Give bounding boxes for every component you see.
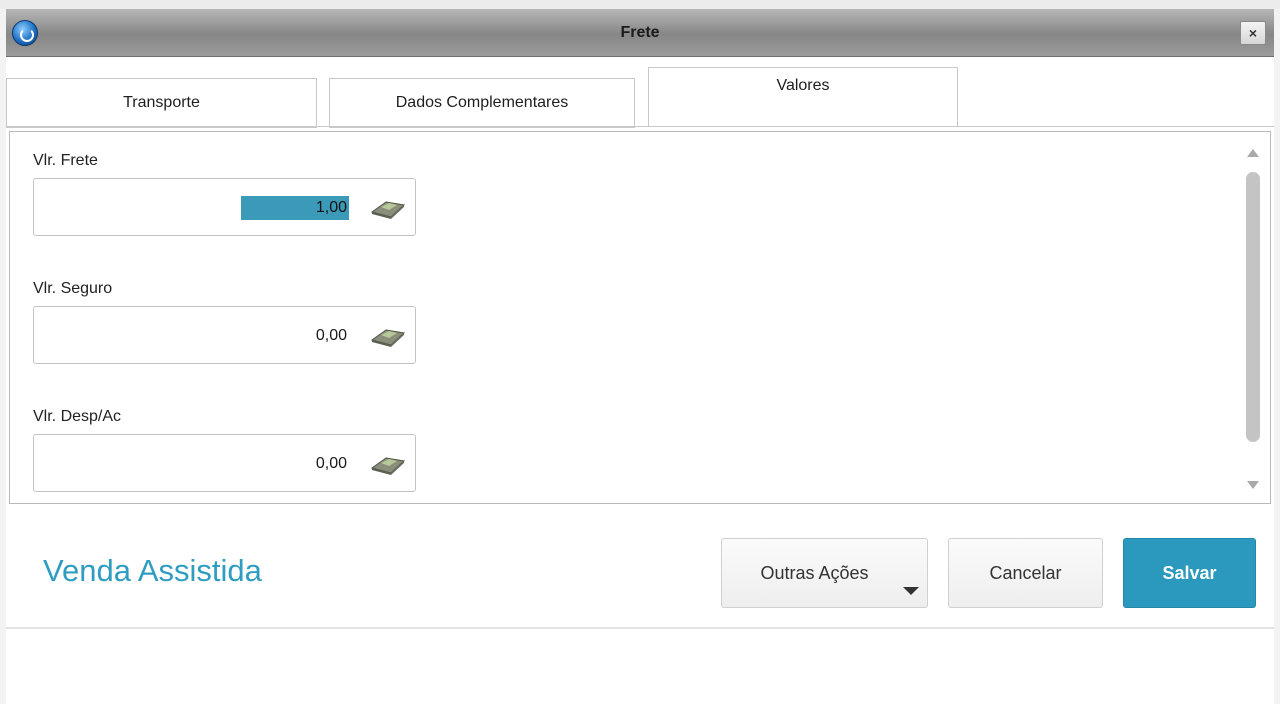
tab-dados-complementares[interactable]: Dados Complementares bbox=[329, 78, 635, 128]
vertical-scrollbar[interactable] bbox=[1242, 139, 1264, 499]
tab-divider bbox=[6, 126, 1274, 127]
vlr-seguro-value[interactable]: 0,00 bbox=[314, 324, 349, 348]
brand-title: Venda Assistida bbox=[43, 553, 262, 588]
calculator-icon[interactable] bbox=[370, 324, 406, 348]
scroll-up-arrow-icon[interactable] bbox=[1247, 149, 1259, 157]
vlr-frete-label: Vlr. Frete bbox=[33, 152, 98, 169]
close-button[interactable]: × bbox=[1240, 21, 1266, 45]
vlr-desp-ac-label: Vlr. Desp/Ac bbox=[33, 408, 122, 425]
vlr-seguro-field[interactable]: 0,00 bbox=[33, 306, 416, 364]
scroll-thumb[interactable] bbox=[1246, 172, 1260, 442]
values-panel: Vlr. Frete 1,00 Vlr. Seguro 0,00 Vlr. De… bbox=[9, 131, 1271, 504]
vlr-seguro-label: Vlr. Seguro bbox=[33, 280, 113, 297]
vlr-desp-ac-value[interactable]: 0,00 bbox=[314, 452, 349, 476]
top-strip bbox=[0, 0, 1280, 9]
close-icon: × bbox=[1248, 25, 1258, 41]
cancel-button[interactable]: Cancelar bbox=[948, 538, 1103, 608]
footer-divider bbox=[6, 627, 1274, 629]
title-bar: Frete × bbox=[6, 9, 1274, 57]
tab-valores[interactable]: Valores bbox=[648, 67, 958, 127]
save-button[interactable]: Salvar bbox=[1123, 538, 1256, 608]
tab-transporte[interactable]: Transporte bbox=[6, 78, 317, 128]
save-label: Salvar bbox=[1162, 563, 1217, 583]
window-right-edge bbox=[1274, 9, 1280, 704]
calculator-icon[interactable] bbox=[370, 196, 406, 220]
tab-label: Transporte bbox=[123, 94, 200, 111]
vlr-desp-ac-field[interactable]: 0,00 bbox=[33, 434, 416, 492]
scroll-down-arrow-icon[interactable] bbox=[1247, 481, 1259, 489]
vlr-frete-value[interactable]: 1,00 bbox=[241, 196, 349, 220]
calculator-icon[interactable] bbox=[370, 452, 406, 476]
tab-label: Dados Complementares bbox=[395, 94, 569, 111]
vlr-frete-field[interactable]: 1,00 bbox=[33, 178, 416, 236]
cancel-label: Cancelar bbox=[989, 563, 1062, 583]
dropdown-caret-icon bbox=[903, 587, 919, 595]
other-actions-label: Outras Ações bbox=[760, 563, 869, 583]
other-actions-button[interactable]: Outras Ações bbox=[721, 538, 928, 608]
window-title: Frete bbox=[620, 24, 660, 41]
tab-label: Valores bbox=[776, 77, 830, 94]
